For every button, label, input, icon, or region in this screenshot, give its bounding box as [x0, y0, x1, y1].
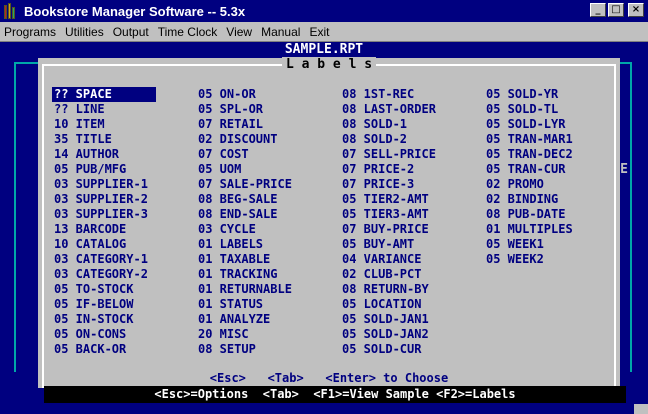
labels-column-2: 05 ON-OR 05 SPL-OR 07 RETAIL 02 DISCOUNT 07 …: [196, 87, 292, 357]
menu-view[interactable]: View: [226, 25, 252, 39]
scroll-corner: [634, 404, 648, 414]
label-option[interactable]: 01 TAXABLE: [196, 252, 292, 267]
menu-bar: Programs Utilities Output Time Clock Vie…: [0, 22, 648, 42]
label-option[interactable]: 35 TITLE: [52, 132, 156, 147]
label-option[interactable]: 07 COST: [196, 147, 292, 162]
label-option[interactable]: 07 SALE-PRICE: [196, 177, 292, 192]
menu-programs[interactable]: Programs: [4, 25, 56, 39]
label-option[interactable]: 14 AUTHOR: [52, 147, 156, 162]
label-option[interactable]: 03 CYCLE: [196, 222, 292, 237]
label-option[interactable]: 20 MISC: [196, 327, 292, 342]
label-option[interactable]: 08 SOLD-2: [340, 132, 436, 147]
status-bar: <Esc>=Options <Tab> <F1>=View Sample <F2…: [44, 386, 626, 403]
label-option[interactable]: 08 SETUP: [196, 342, 292, 357]
title-bar: Bookstore Manager Software -- 5.3x _ □ ×: [0, 0, 648, 22]
menu-time-clock[interactable]: Time Clock: [158, 25, 218, 39]
labels-column-4: 05 SOLD-YR 05 SOLD-TL 05 SOLD-LYR 05 TRAN-M…: [484, 87, 573, 267]
background-edge-char: E: [620, 162, 628, 177]
dialog-title-text: L a b e l s: [281, 57, 377, 72]
label-option[interactable]: 03 SUPPLIER-2: [52, 192, 156, 207]
label-option[interactable]: 01 RETURNABLE: [196, 282, 292, 297]
label-option[interactable]: 05 SOLD-JAN2: [340, 327, 436, 342]
labels-column-3: 08 1ST-REC 08 LAST-ORDER 08 SOLD-1 08 SOLD-…: [340, 87, 436, 357]
label-option[interactable]: ?? SPACE: [52, 87, 156, 102]
label-option[interactable]: 05 UOM: [196, 162, 292, 177]
label-option[interactable]: 05 SOLD-LYR: [484, 117, 573, 132]
label-option[interactable]: 02 PROMO: [484, 177, 573, 192]
label-option[interactable]: 05 TRAN-MAR1: [484, 132, 573, 147]
books-app-icon[interactable]: [4, 3, 18, 19]
label-option[interactable]: 07 RETAIL: [196, 117, 292, 132]
label-option[interactable]: 07 BUY-PRICE: [340, 222, 436, 237]
label-option[interactable]: 08 1ST-REC: [340, 87, 436, 102]
label-option[interactable]: 05 SOLD-TL: [484, 102, 573, 117]
label-option[interactable]: 03 CATEGORY-1: [52, 252, 156, 267]
label-option[interactable]: 08 SOLD-1: [340, 117, 436, 132]
label-option[interactable]: 03 SUPPLIER-3: [52, 207, 156, 222]
label-option[interactable]: 05 TIER2-AMT: [340, 192, 436, 207]
label-option[interactable]: 02 CLUB-PCT: [340, 267, 436, 282]
label-option[interactable]: 05 SOLD-JAN1: [340, 312, 436, 327]
label-option[interactable]: 05 TRAN-CUR: [484, 162, 573, 177]
label-option[interactable]: 05 SOLD-YR: [484, 87, 573, 102]
label-option[interactable]: 02 DISCOUNT: [196, 132, 292, 147]
minimize-button[interactable]: _: [590, 3, 606, 17]
label-option[interactable]: 07 PRICE-3: [340, 177, 436, 192]
label-option[interactable]: 05 ON-CONS: [52, 327, 156, 342]
label-option[interactable]: 05 BACK-OR: [52, 342, 156, 357]
report-title: SAMPLE.RPT: [0, 42, 648, 58]
menu-manual[interactable]: Manual: [261, 25, 300, 39]
label-option[interactable]: 05 ON-OR: [196, 87, 292, 102]
dialog-footer-hints: <Esc> <Tab> <Enter> to Choose: [209, 371, 449, 385]
label-option[interactable]: 08 RETURN-BY: [340, 282, 436, 297]
label-option[interactable]: 01 LABELS: [196, 237, 292, 252]
label-option[interactable]: ?? LINE: [52, 102, 156, 117]
menu-exit[interactable]: Exit: [309, 25, 329, 39]
label-option[interactable]: 03 SUPPLIER-1: [52, 177, 156, 192]
label-option[interactable]: 01 STATUS: [196, 297, 292, 312]
label-option[interactable]: 05 SOLD-CUR: [340, 342, 436, 357]
window-title: Bookstore Manager Software -- 5.3x: [24, 3, 246, 19]
label-option[interactable]: 07 PRICE-2: [340, 162, 436, 177]
label-option[interactable]: 05 TIER3-AMT: [340, 207, 436, 222]
label-option[interactable]: 08 LAST-ORDER: [340, 102, 436, 117]
label-option[interactable]: 01 MULTIPLES: [484, 222, 573, 237]
label-option[interactable]: 05 TRAN-DEC2: [484, 147, 573, 162]
label-option[interactable]: 04 VARIANCE: [340, 252, 436, 267]
window-controls: _ □ ×: [590, 3, 644, 17]
label-option[interactable]: 10 ITEM: [52, 117, 156, 132]
label-option[interactable]: 01 ANALYZE: [196, 312, 292, 327]
label-option[interactable]: 10 CATALOG: [52, 237, 156, 252]
label-option[interactable]: 08 PUB-DATE: [484, 207, 573, 222]
label-option[interactable]: 05 IF-BELOW: [52, 297, 156, 312]
label-option[interactable]: 03 CATEGORY-2: [52, 267, 156, 282]
label-option[interactable]: 05 TO-STOCK: [52, 282, 156, 297]
close-button[interactable]: ×: [628, 3, 644, 17]
maximize-button[interactable]: □: [608, 3, 624, 17]
dialog-title: L a b e l s: [38, 57, 620, 72]
labels-column-1: ?? SPACE?? LINE 10 ITEM 35 TITLE 14 AUTHOR 0…: [52, 87, 156, 357]
menu-output[interactable]: Output: [113, 25, 149, 39]
labels-dialog: L a b e l s ?? SPACE?? LINE 10 ITEM 35 TIT…: [38, 57, 620, 388]
label-option[interactable]: 05 IN-STOCK: [52, 312, 156, 327]
label-option[interactable]: 05 SPL-OR: [196, 102, 292, 117]
menu-utilities[interactable]: Utilities: [65, 25, 104, 39]
label-option[interactable]: 05 PUB/MFG: [52, 162, 156, 177]
label-option[interactable]: 08 END-SALE: [196, 207, 292, 222]
label-option[interactable]: 07 SELL-PRICE: [340, 147, 436, 162]
label-option[interactable]: 13 BARCODE: [52, 222, 156, 237]
label-option[interactable]: 05 LOCATION: [340, 297, 436, 312]
label-option[interactable]: 02 BINDING: [484, 192, 573, 207]
label-option[interactable]: 05 BUY-AMT: [340, 237, 436, 252]
label-option[interactable]: 01 TRACKING: [196, 267, 292, 282]
label-option[interactable]: 05 WEEK1: [484, 237, 573, 252]
label-option[interactable]: 08 BEG-SALE: [196, 192, 292, 207]
label-option[interactable]: 05 WEEK2: [484, 252, 573, 267]
dos-console: SAMPLE.RPT E L a b e l s ?? SPACE?? LINE…: [0, 42, 648, 414]
